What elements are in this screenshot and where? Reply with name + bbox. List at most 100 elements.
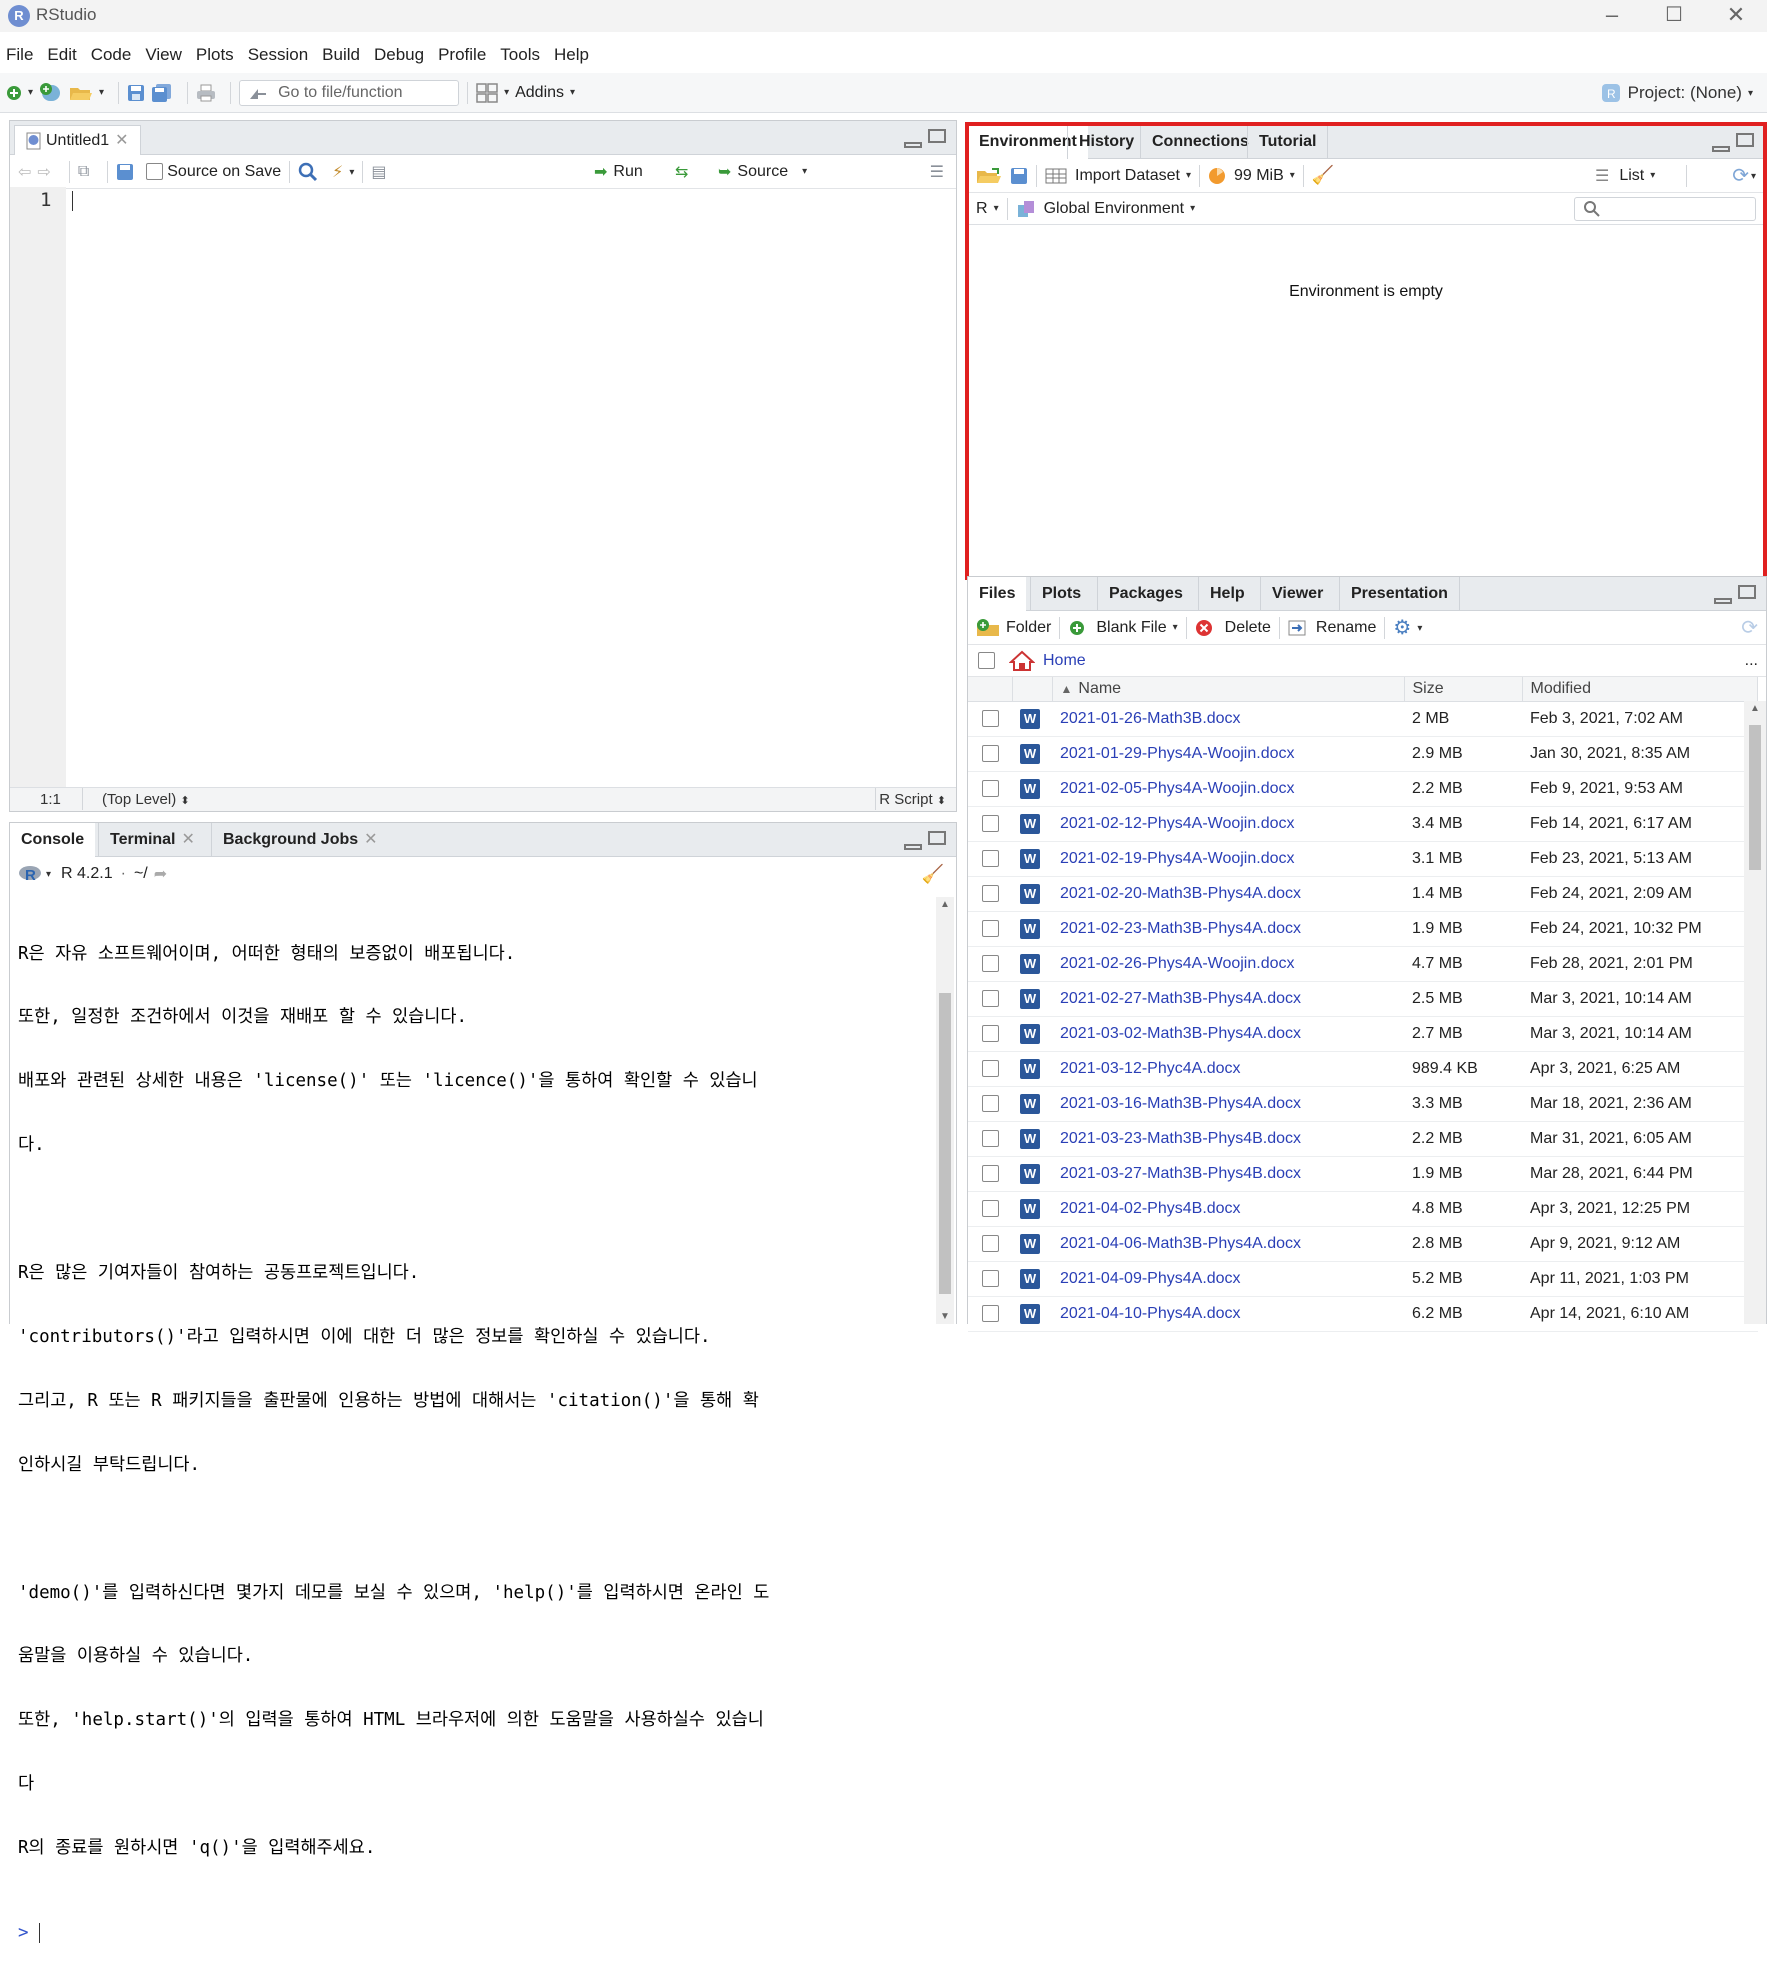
refresh-icon[interactable]: ⟳ [1741, 615, 1758, 640]
maximize-pane-icon[interactable] [1738, 585, 1756, 599]
file-checkbox[interactable] [982, 1094, 999, 1112]
file-row[interactable]: W 2021-01-26-Math3B.docx 2 MB Feb 3, 2021, … [968, 701, 1758, 737]
more-options[interactable]: ... [1745, 652, 1758, 670]
name-column-header[interactable]: ▲ Name [1052, 677, 1405, 702]
file-name-link[interactable]: 2021-04-10-Phys4A.docx [1052, 1296, 1404, 1332]
save-icon[interactable] [116, 163, 134, 181]
modified-column-header[interactable]: Modified [1522, 677, 1758, 702]
save-all-button[interactable] [151, 83, 173, 103]
file-checkbox[interactable] [982, 779, 999, 797]
menu-edit[interactable]: Edit [40, 37, 83, 73]
file-row[interactable]: W 2021-02-05-Phys4A-Woojin.docx 2.2 MB Feb … [968, 771, 1758, 807]
menu-build[interactable]: Build [315, 37, 367, 73]
project-menu[interactable]: R Project: (None) ▾ [1600, 73, 1753, 113]
save-workspace-icon[interactable] [1010, 167, 1028, 185]
file-checkbox[interactable] [982, 1304, 999, 1322]
import-dataset-button[interactable]: Import Dataset ▾ [1045, 167, 1191, 185]
size-column-header[interactable]: Size [1404, 677, 1523, 702]
refresh-icon[interactable]: ⟳ ▾ [1732, 163, 1756, 188]
tab-presentation[interactable]: Presentation [1339, 577, 1460, 611]
file-checkbox[interactable] [982, 1234, 999, 1252]
blank-file-button[interactable]: Blank File ▾ [1068, 619, 1178, 637]
file-row[interactable]: W 2021-03-12-Phyc4A.docx 989.4 KB Apr 3, 20… [968, 1051, 1758, 1087]
new-file-button[interactable]: ▾ [6, 85, 33, 101]
file-row[interactable]: W 2021-02-23-Math3B-Phys4A.docx 1.9 MB Feb … [968, 911, 1758, 947]
file-row[interactable]: W 2021-02-27-Math3B-Phys4A.docx 2.5 MB Mar … [968, 981, 1758, 1017]
file-type-selector[interactable]: R Script ⬍ [879, 791, 946, 808]
back-arrow-icon[interactable]: ⇦ [18, 162, 31, 182]
file-name-link[interactable]: 2021-02-27-Math3B-Phys4A.docx [1052, 981, 1404, 1017]
code-tools-wand-icon[interactable]: ⚡ ▾ [332, 162, 354, 182]
breadcrumb-home[interactable]: Home [1043, 652, 1086, 670]
clear-workspace-broom-icon[interactable]: 🧹 [1312, 165, 1334, 186]
menu-help[interactable]: Help [547, 37, 596, 73]
show-in-window-icon[interactable]: ⧉ [78, 163, 89, 181]
go-to-directory-icon[interactable]: ➦ [154, 864, 167, 884]
environment-search-input[interactable] [1574, 197, 1756, 221]
environment-scope-dropdown[interactable]: Global Environment ▾ [1016, 199, 1195, 219]
maximize-pane-icon[interactable] [1736, 133, 1754, 147]
file-checkbox[interactable] [982, 919, 999, 937]
menu-session[interactable]: Session [241, 37, 315, 73]
tab-connections[interactable]: Connections [1140, 125, 1260, 159]
view-mode-dropdown[interactable]: ☰ List ▾ [1595, 166, 1655, 186]
file-name-link[interactable]: 2021-04-02-Phys4B.docx [1052, 1191, 1404, 1227]
pane-layout-button[interactable]: ▾ [476, 82, 509, 103]
maximize-pane-icon[interactable] [928, 129, 946, 143]
file-name-link[interactable]: 2021-01-29-Phys4A-Woojin.docx [1052, 736, 1404, 772]
file-row[interactable]: W 2021-04-06-Math3B-Phys4A.docx 2.8 MB Apr … [968, 1226, 1758, 1262]
code-editor-area[interactable] [66, 187, 956, 787]
file-row[interactable]: W 2021-03-27-Math3B-Phys4B.docx 1.9 MB Mar … [968, 1156, 1758, 1192]
tab-untitled1[interactable]: Untitled1 ✕ [14, 125, 141, 155]
compile-report-icon[interactable]: ▤ [371, 162, 386, 182]
file-name-link[interactable]: 2021-03-02-Math3B-Phys4A.docx [1052, 1016, 1404, 1052]
file-checkbox[interactable] [982, 884, 999, 902]
minimize-pane-icon[interactable] [1714, 598, 1732, 604]
tab-viewer[interactable]: Viewer [1260, 577, 1334, 611]
search-icon[interactable] [298, 162, 318, 182]
rerun-icon[interactable]: ⇆ [675, 162, 688, 182]
source-on-save-checkbox[interactable] [146, 163, 164, 180]
menu-profile[interactable]: Profile [431, 37, 493, 73]
file-name-link[interactable]: 2021-02-23-Math3B-Phys4A.docx [1052, 911, 1404, 947]
file-row[interactable]: W 2021-02-19-Phys4A-Woojin.docx 3.1 MB Feb … [968, 841, 1758, 877]
file-row[interactable]: W 2021-04-02-Phys4B.docx 4.8 MB Apr 3, 2021… [968, 1191, 1758, 1227]
delete-button[interactable]: Delete [1195, 619, 1271, 637]
file-checkbox[interactable] [982, 989, 999, 1007]
maximize-pane-icon[interactable] [928, 831, 946, 845]
addins-menu[interactable]: Addins ▾ [515, 84, 575, 102]
scrollbar-thumb[interactable] [939, 993, 951, 1294]
language-dropdown[interactable]: R ▾ [976, 200, 999, 218]
go-to-file-input[interactable]: Go to file/function [239, 79, 460, 106]
file-name-link[interactable]: 2021-04-09-Phys4A.docx [1052, 1261, 1404, 1297]
file-row[interactable]: W 2021-01-29-Phys4A-Woojin.docx 2.9 MB Jan … [968, 736, 1758, 772]
forward-arrow-icon[interactable]: ⇨ [37, 162, 50, 182]
tab-terminal[interactable]: Terminal ✕ [98, 823, 206, 857]
file-name-link[interactable]: 2021-01-26-Math3B.docx [1052, 701, 1404, 737]
scrollbar-thumb[interactable] [1749, 725, 1761, 870]
r-version-dropdown[interactable]: ▾ [46, 869, 51, 880]
file-checkbox[interactable] [982, 1024, 999, 1042]
source-button[interactable]: ➥ Source ▾ [718, 162, 807, 182]
files-scrollbar[interactable]: ▲ [1744, 701, 1766, 1324]
file-checkbox[interactable] [982, 1199, 999, 1217]
file-name-link[interactable]: 2021-04-06-Math3B-Phys4A.docx [1052, 1226, 1404, 1262]
menu-debug[interactable]: Debug [367, 37, 431, 73]
maximize-window-icon[interactable]: ☐ [1643, 0, 1705, 32]
load-workspace-icon[interactable] [976, 167, 1002, 185]
file-name-link[interactable]: 2021-03-27-Math3B-Phys4B.docx [1052, 1156, 1404, 1192]
menu-view[interactable]: View [138, 37, 189, 73]
file-name-link[interactable]: 2021-02-12-Phys4A-Woojin.docx [1052, 806, 1404, 842]
file-checkbox[interactable] [982, 1129, 999, 1147]
minimize-pane-icon[interactable] [904, 142, 922, 148]
file-row[interactable]: W 2021-03-16-Math3B-Phys4A.docx 3.3 MB Mar … [968, 1086, 1758, 1122]
menu-file[interactable]: File [0, 37, 40, 73]
close-tab-icon[interactable]: ✕ [115, 132, 128, 149]
file-checkbox[interactable] [982, 709, 999, 727]
tab-files[interactable]: Files [968, 577, 1027, 611]
minimize-pane-icon[interactable] [904, 844, 922, 850]
menu-code[interactable]: Code [84, 37, 139, 73]
file-row[interactable]: W 2021-02-20-Math3B-Phys4A.docx 1.4 MB Feb … [968, 876, 1758, 912]
file-checkbox[interactable] [982, 954, 999, 972]
file-name-link[interactable]: 2021-02-20-Math3B-Phys4A.docx [1052, 876, 1404, 912]
